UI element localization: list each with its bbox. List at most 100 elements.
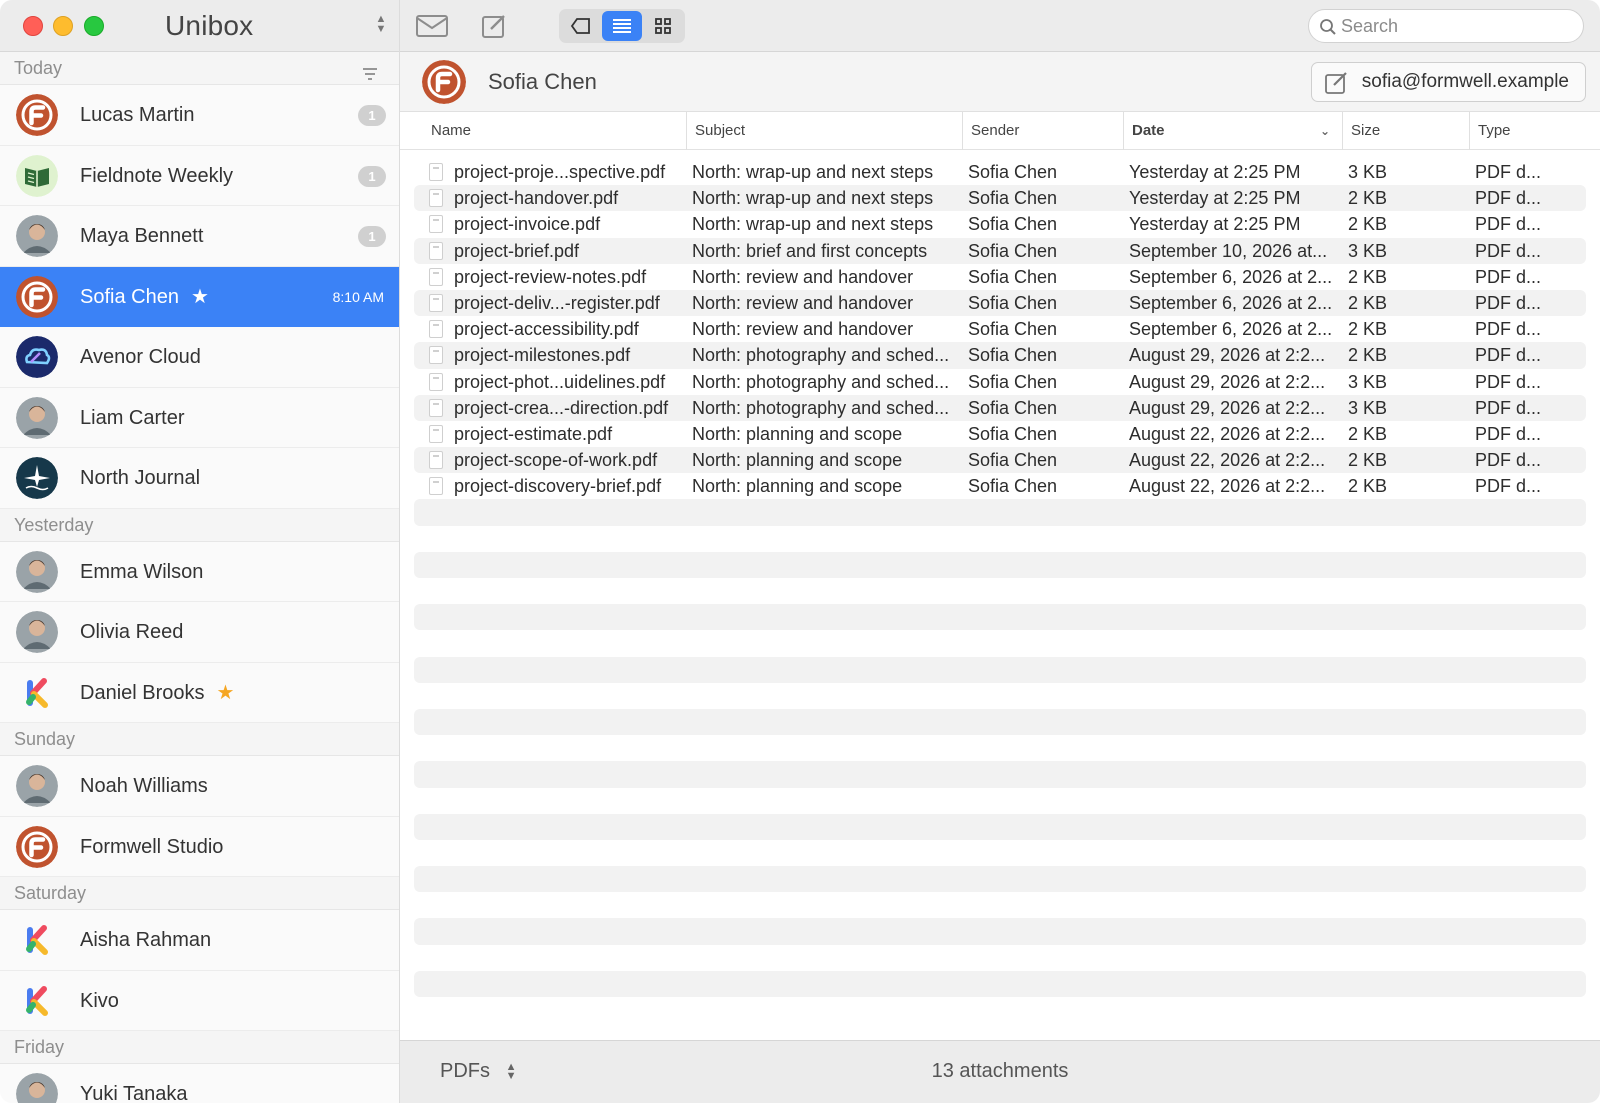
mailbox-button[interactable] xyxy=(410,10,454,42)
table-row[interactable]: project-estimate.pdf North: planning and … xyxy=(414,421,1586,447)
section-header-label: Saturday xyxy=(14,883,87,903)
section-header: Friday xyxy=(0,1031,399,1064)
conversation-item[interactable]: Liam Carter xyxy=(0,387,399,448)
conversation-item[interactable]: Lucas Martin 1 xyxy=(0,85,399,146)
file-type-filter-select[interactable]: PDFs ▲ ▼ xyxy=(440,1041,516,1101)
pdf-file-icon xyxy=(429,424,443,443)
empty-row xyxy=(414,683,1586,709)
cell-type: PDF d... xyxy=(1475,423,1542,444)
conversation-name-label: Daniel Brooks xyxy=(80,681,205,704)
cell-sender: Sofia Chen xyxy=(968,476,1058,497)
conversation-item[interactable]: Noah Williams xyxy=(0,756,399,817)
cell-type: PDF d... xyxy=(1475,397,1542,418)
empty-row xyxy=(414,813,1586,840)
cell-type: PDF d... xyxy=(1475,319,1542,340)
table-row[interactable]: project-scope-of-work.pdf North: planning… xyxy=(414,447,1586,474)
cell-date: Yesterday at 2:25 PM xyxy=(1129,214,1301,235)
search-input[interactable] xyxy=(1341,13,1571,39)
table-row[interactable]: project-accessibility.pdf North: review a… xyxy=(414,316,1586,342)
back-view-button[interactable] xyxy=(561,11,601,41)
cell-subject: North: brief and first concepts xyxy=(692,240,928,261)
cell-date: Yesterday at 2:25 PM xyxy=(1129,188,1301,209)
column-header-type[interactable]: Type xyxy=(1470,112,1600,150)
close-window-button[interactable] xyxy=(23,16,43,36)
compose-to-contact-button[interactable]: sofia@formwell.example xyxy=(1310,62,1586,102)
list-view-icon xyxy=(613,19,631,33)
cell-size: 2 KB xyxy=(1348,423,1388,444)
conversation-name: Lucas Martin xyxy=(80,85,195,145)
cell-date: Yesterday at 2:25 PM xyxy=(1129,162,1301,182)
conversation-name-label: Emma Wilson xyxy=(80,560,204,583)
table-row[interactable]: project-phot...uidelines.pdf North: photo… xyxy=(414,369,1586,395)
section-header: Today xyxy=(0,52,399,85)
pdf-file-icon xyxy=(429,241,443,260)
section-header-label: Today xyxy=(14,58,63,78)
conversation-item[interactable]: Formwell Studio xyxy=(0,816,399,877)
empty-row xyxy=(414,970,1586,997)
column-header-size[interactable]: Size xyxy=(1343,112,1470,150)
avatar xyxy=(16,154,58,197)
conversation-name: Formwell Studio xyxy=(80,817,223,877)
table-row[interactable]: project-discovery-brief.pdf North: planni… xyxy=(414,473,1586,499)
minimize-window-button[interactable] xyxy=(53,16,73,36)
table-row[interactable]: project-proje...spective.pdf North: wrap-… xyxy=(414,159,1586,185)
contact-avatar xyxy=(422,60,466,104)
cell-subject: North: photography and sched... xyxy=(692,345,950,366)
list-view-button[interactable] xyxy=(602,11,642,41)
cell-size: 2 KB xyxy=(1348,188,1388,209)
conversation-item[interactable]: Sofia Chen ★ 8:10 AM xyxy=(0,266,399,327)
cell-size: 2 KB xyxy=(1348,345,1388,366)
empty-row xyxy=(414,997,1586,1023)
search-field[interactable] xyxy=(1308,9,1584,43)
column-header-name[interactable]: Name xyxy=(423,112,687,150)
avatar xyxy=(16,611,58,653)
conversation-name: Daniel Brooks ★ xyxy=(80,663,234,723)
conversation-item[interactable]: North Journal xyxy=(0,448,399,509)
avatar xyxy=(16,550,58,593)
conversation-item[interactable]: Yuki Tanaka xyxy=(0,1064,399,1103)
conversation-name-label: Noah Williams xyxy=(80,775,208,797)
table-row[interactable]: project-review-notes.pdf North: review an… xyxy=(414,264,1586,290)
table-row[interactable]: project-crea...-direction.pdf North: phot… xyxy=(414,394,1586,421)
cell-name: project-estimate.pdf xyxy=(454,423,613,444)
pdf-file-icon xyxy=(429,477,443,496)
conversation-item[interactable]: Maya Bennett 1 xyxy=(0,206,399,267)
conversation-item[interactable]: Fieldnote Weekly 1 xyxy=(0,145,399,206)
table-row[interactable]: project-deliv...-register.pdf North: revi… xyxy=(414,289,1586,317)
cell-type: PDF d... xyxy=(1475,292,1542,313)
cell-date: August 29, 2026 at 2:2... xyxy=(1129,371,1326,392)
avatar xyxy=(16,765,58,807)
cell-name: project-invoice.pdf xyxy=(454,214,601,235)
conversation-item[interactable]: Emma Wilson xyxy=(0,541,399,602)
compose-button[interactable] xyxy=(474,10,514,42)
cell-size: 2 KB xyxy=(1348,266,1388,287)
cell-size: 3 KB xyxy=(1348,397,1388,418)
pdf-file-icon xyxy=(429,451,443,470)
conversation-name-label: Aisha Rahman xyxy=(80,929,212,951)
app-title[interactable]: Unibox xyxy=(165,10,253,42)
table-row[interactable]: project-handover.pdf North: wrap-up and n… xyxy=(414,185,1586,212)
filter-icon[interactable] xyxy=(362,60,378,80)
cell-sender: Sofia Chen xyxy=(968,240,1058,261)
conversation-item[interactable]: Kivo xyxy=(0,970,399,1031)
grid-view-button[interactable] xyxy=(643,11,683,41)
conversation-item[interactable]: Aisha Rahman xyxy=(0,910,399,971)
column-header-sender[interactable]: Sender xyxy=(963,112,1124,150)
column-header-date[interactable]: Date ⌄ xyxy=(1124,112,1343,150)
conversation-item[interactable]: Daniel Brooks ★ xyxy=(0,662,399,723)
table-header: Name Subject Sender Date ⌄ Size Type xyxy=(400,112,1600,150)
table-row[interactable]: project-milestones.pdf North: photography… xyxy=(414,342,1586,369)
cell-name: project-crea...-direction.pdf xyxy=(454,397,669,418)
app-switcher-chevron-icon[interactable]: ▲ ▼ xyxy=(374,14,388,38)
avatar xyxy=(16,919,58,961)
empty-row xyxy=(414,892,1586,918)
conversation-item[interactable]: Avenor Cloud xyxy=(0,327,399,388)
conversation-name: North Journal xyxy=(80,448,200,508)
zoom-window-button[interactable] xyxy=(84,16,104,36)
conversation-item[interactable]: Olivia Reed xyxy=(0,602,399,663)
pdf-file-icon xyxy=(429,398,443,417)
table-row[interactable]: project-invoice.pdf North: wrap-up and ne… xyxy=(414,211,1586,237)
pdf-file-icon xyxy=(429,293,443,312)
table-row[interactable]: project-brief.pdf North: brief and first … xyxy=(414,237,1586,264)
column-header-subject[interactable]: Subject xyxy=(687,112,963,150)
